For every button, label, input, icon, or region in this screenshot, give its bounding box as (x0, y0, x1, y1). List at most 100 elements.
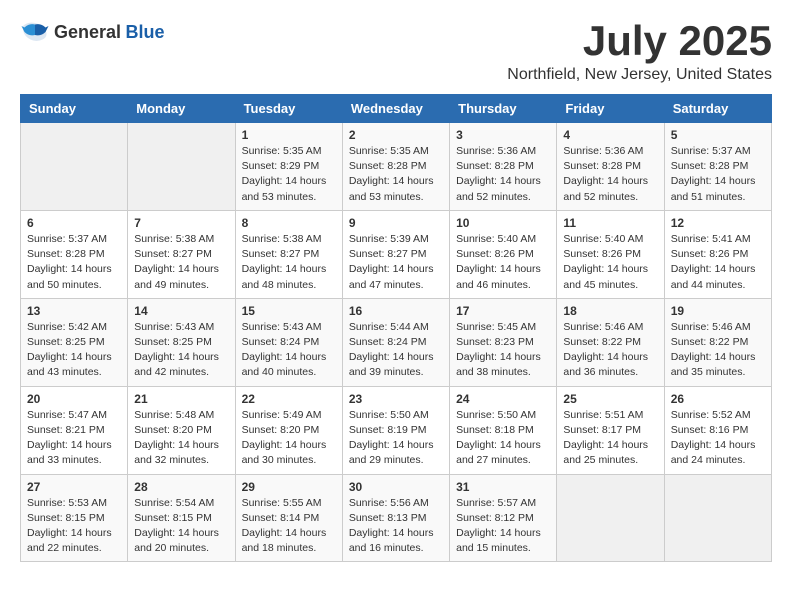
cell-line: Sunset: 8:25 PM (27, 335, 121, 350)
calendar-cell: 12Sunrise: 5:41 AMSunset: 8:26 PMDayligh… (664, 210, 771, 298)
cell-line: Sunrise: 5:46 AM (671, 320, 765, 335)
day-number: 1 (242, 128, 336, 142)
cell-content: Sunrise: 5:48 AMSunset: 8:20 PMDaylight:… (134, 408, 228, 469)
calendar-week-1: 1 Sunrise: 5:35 AMSunset: 8:29 PMDaylight… (21, 123, 772, 211)
cell-line: Daylight: 14 hours and 45 minutes. (563, 262, 657, 292)
calendar-cell: 9Sunrise: 5:39 AMSunset: 8:27 PMDaylight… (342, 210, 449, 298)
calendar-cell: 4Sunrise: 5:36 AMSunset: 8:28 PMDaylight… (557, 123, 664, 211)
cell-line: Sunrise: 5:49 AM (242, 408, 336, 423)
cell-line: Sunrise: 5:39 AM (349, 232, 443, 247)
cell-line: Sunset: 8:17 PM (563, 423, 657, 438)
cell-line: Daylight: 14 hours and 43 minutes. (27, 350, 121, 380)
logo-blue: Blue (126, 22, 165, 42)
cell-line: Daylight: 14 hours and 52 minutes. (563, 174, 657, 204)
calendar-week-5: 27Sunrise: 5:53 AMSunset: 8:15 PMDayligh… (21, 474, 772, 562)
calendar-cell: 10Sunrise: 5:40 AMSunset: 8:26 PMDayligh… (450, 210, 557, 298)
cell-content: Sunrise: 5:35 AMSunset: 8:29 PMDaylight:… (242, 144, 336, 205)
cell-line: Sunrise: 5:37 AM (671, 144, 765, 159)
cell-line: Daylight: 14 hours and 33 minutes. (27, 438, 121, 468)
day-number: 24 (456, 392, 550, 406)
day-number: 19 (671, 304, 765, 318)
cell-line: Daylight: 14 hours and 25 minutes. (563, 438, 657, 468)
cell-line: Sunrise: 5:46 AM (563, 320, 657, 335)
cell-line: Daylight: 14 hours and 36 minutes. (563, 350, 657, 380)
cell-line: Sunrise: 5:57 AM (456, 496, 550, 511)
cell-line: Daylight: 14 hours and 29 minutes. (349, 438, 443, 468)
cell-line: Sunset: 8:23 PM (456, 335, 550, 350)
cell-line: Sunset: 8:25 PM (134, 335, 228, 350)
cell-content: Sunrise: 5:38 AMSunset: 8:27 PMDaylight:… (134, 232, 228, 293)
day-number: 7 (134, 216, 228, 230)
cell-content: Sunrise: 5:46 AMSunset: 8:22 PMDaylight:… (563, 320, 657, 381)
cell-line: Daylight: 14 hours and 32 minutes. (134, 438, 228, 468)
cell-line: Sunset: 8:22 PM (563, 335, 657, 350)
calendar-cell: 14Sunrise: 5:43 AMSunset: 8:25 PMDayligh… (128, 298, 235, 386)
cell-content: Sunrise: 5:40 AMSunset: 8:26 PMDaylight:… (563, 232, 657, 293)
calendar-cell: 11 Sunrise: 5:40 AMSunset: 8:26 PMDayligh… (557, 210, 664, 298)
logo-general: General (54, 22, 121, 42)
weekday-header-thursday: Thursday (450, 95, 557, 123)
cell-line: Sunrise: 5:41 AM (671, 232, 765, 247)
cell-line: Sunrise: 5:50 AM (349, 408, 443, 423)
day-number: 27 (27, 480, 121, 494)
calendar-cell: 31Sunrise: 5:57 AMSunset: 8:12 PMDayligh… (450, 474, 557, 562)
cell-line: Daylight: 14 hours and 24 minutes. (671, 438, 765, 468)
cell-line: Daylight: 14 hours and 47 minutes. (349, 262, 443, 292)
cell-line: Sunrise: 5:38 AM (134, 232, 228, 247)
cell-line: Daylight: 14 hours and 27 minutes. (456, 438, 550, 468)
cell-content: Sunrise: 5:42 AMSunset: 8:25 PMDaylight:… (27, 320, 121, 381)
calendar-cell: 17Sunrise: 5:45 AMSunset: 8:23 PMDayligh… (450, 298, 557, 386)
cell-line: Daylight: 14 hours and 51 minutes. (671, 174, 765, 204)
day-number: 23 (349, 392, 443, 406)
cell-line: Sunrise: 5:56 AM (349, 496, 443, 511)
calendar-cell: 23Sunrise: 5:50 AMSunset: 8:19 PMDayligh… (342, 386, 449, 474)
cell-line: Daylight: 14 hours and 53 minutes. (242, 174, 336, 204)
cell-line: Sunrise: 5:44 AM (349, 320, 443, 335)
cell-line: Daylight: 14 hours and 48 minutes. (242, 262, 336, 292)
cell-line: Sunset: 8:24 PM (242, 335, 336, 350)
cell-line: Sunset: 8:15 PM (134, 511, 228, 526)
cell-line: Sunrise: 5:51 AM (563, 408, 657, 423)
weekday-header-row: SundayMondayTuesdayWednesdayThursdayFrid… (21, 95, 772, 123)
day-number: 14 (134, 304, 228, 318)
weekday-header-wednesday: Wednesday (342, 95, 449, 123)
calendar-cell: 25 Sunrise: 5:51 AMSunset: 8:17 PMDayligh… (557, 386, 664, 474)
cell-content: Sunrise: 5:41 AMSunset: 8:26 PMDaylight:… (671, 232, 765, 293)
calendar-cell: 27Sunrise: 5:53 AMSunset: 8:15 PMDayligh… (21, 474, 128, 562)
cell-line: Sunset: 8:26 PM (671, 247, 765, 262)
cell-line: Sunset: 8:20 PM (134, 423, 228, 438)
page-header: General Blue July 2025 Northfield, New J… (20, 20, 772, 84)
cell-line: Sunrise: 5:52 AM (671, 408, 765, 423)
calendar-cell (128, 123, 235, 211)
cell-line: Daylight: 14 hours and 20 minutes. (134, 526, 228, 556)
cell-line: Sunrise: 5:36 AM (456, 144, 550, 159)
cell-line: Sunrise: 5:47 AM (27, 408, 121, 423)
cell-line: Sunset: 8:20 PM (242, 423, 336, 438)
day-number: 11 (563, 216, 657, 230)
calendar-cell: 22Sunrise: 5:49 AMSunset: 8:20 PMDayligh… (235, 386, 342, 474)
day-number: 17 (456, 304, 550, 318)
cell-line: Sunrise: 5:43 AM (134, 320, 228, 335)
day-number: 6 (27, 216, 121, 230)
calendar-cell: 5Sunrise: 5:37 AMSunset: 8:28 PMDaylight… (664, 123, 771, 211)
calendar-cell (21, 123, 128, 211)
cell-line: Sunrise: 5:42 AM (27, 320, 121, 335)
calendar-week-3: 13Sunrise: 5:42 AMSunset: 8:25 PMDayligh… (21, 298, 772, 386)
cell-content: Sunrise: 5:57 AMSunset: 8:12 PMDaylight:… (456, 496, 550, 557)
cell-content: Sunrise: 5:55 AMSunset: 8:14 PMDaylight:… (242, 496, 336, 557)
calendar-cell: 21Sunrise: 5:48 AMSunset: 8:20 PMDayligh… (128, 386, 235, 474)
cell-content: Sunrise: 5:51 AMSunset: 8:17 PMDaylight:… (563, 408, 657, 469)
cell-line: Sunrise: 5:45 AM (456, 320, 550, 335)
cell-line: Sunset: 8:29 PM (242, 159, 336, 174)
calendar-cell: 8Sunrise: 5:38 AMSunset: 8:27 PMDaylight… (235, 210, 342, 298)
calendar-cell: 26Sunrise: 5:52 AMSunset: 8:16 PMDayligh… (664, 386, 771, 474)
cell-line: Daylight: 14 hours and 39 minutes. (349, 350, 443, 380)
day-number: 25 (563, 392, 657, 406)
cell-line: Daylight: 14 hours and 35 minutes. (671, 350, 765, 380)
day-number: 28 (134, 480, 228, 494)
weekday-header-tuesday: Tuesday (235, 95, 342, 123)
calendar-week-4: 20Sunrise: 5:47 AMSunset: 8:21 PMDayligh… (21, 386, 772, 474)
calendar-cell: 28Sunrise: 5:54 AMSunset: 8:15 PMDayligh… (128, 474, 235, 562)
cell-line: Sunset: 8:28 PM (563, 159, 657, 174)
cell-line: Daylight: 14 hours and 44 minutes. (671, 262, 765, 292)
